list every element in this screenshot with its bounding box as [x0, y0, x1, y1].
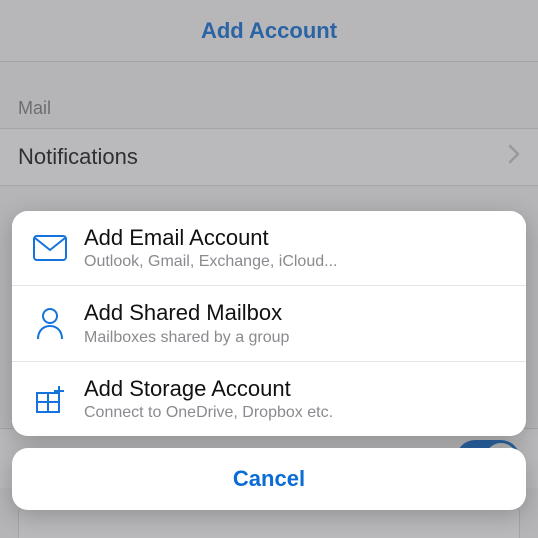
option-add-shared-mailbox[interactable]: Add Shared Mailbox Mailboxes shared by a…	[12, 286, 526, 361]
person-icon	[26, 301, 74, 345]
mail-icon	[26, 226, 74, 270]
option-add-storage-account[interactable]: Add Storage Account Connect to OneDrive,…	[12, 362, 526, 436]
storage-grid-icon	[26, 377, 74, 421]
option-title: Add Email Account	[84, 225, 337, 251]
option-title: Add Shared Mailbox	[84, 300, 289, 326]
option-subtitle: Outlook, Gmail, Exchange, iCloud...	[84, 253, 337, 271]
option-subtitle: Connect to OneDrive, Dropbox etc.	[84, 404, 333, 422]
cancel-label: Cancel	[233, 466, 305, 492]
option-subtitle: Mailboxes shared by a group	[84, 329, 289, 347]
option-add-email-account[interactable]: Add Email Account Outlook, Gmail, Exchan…	[12, 211, 526, 286]
action-sheet: Add Email Account Outlook, Gmail, Exchan…	[12, 211, 526, 510]
action-sheet-options: Add Email Account Outlook, Gmail, Exchan…	[12, 211, 526, 436]
option-title: Add Storage Account	[84, 376, 333, 402]
cancel-button[interactable]: Cancel	[12, 448, 526, 510]
